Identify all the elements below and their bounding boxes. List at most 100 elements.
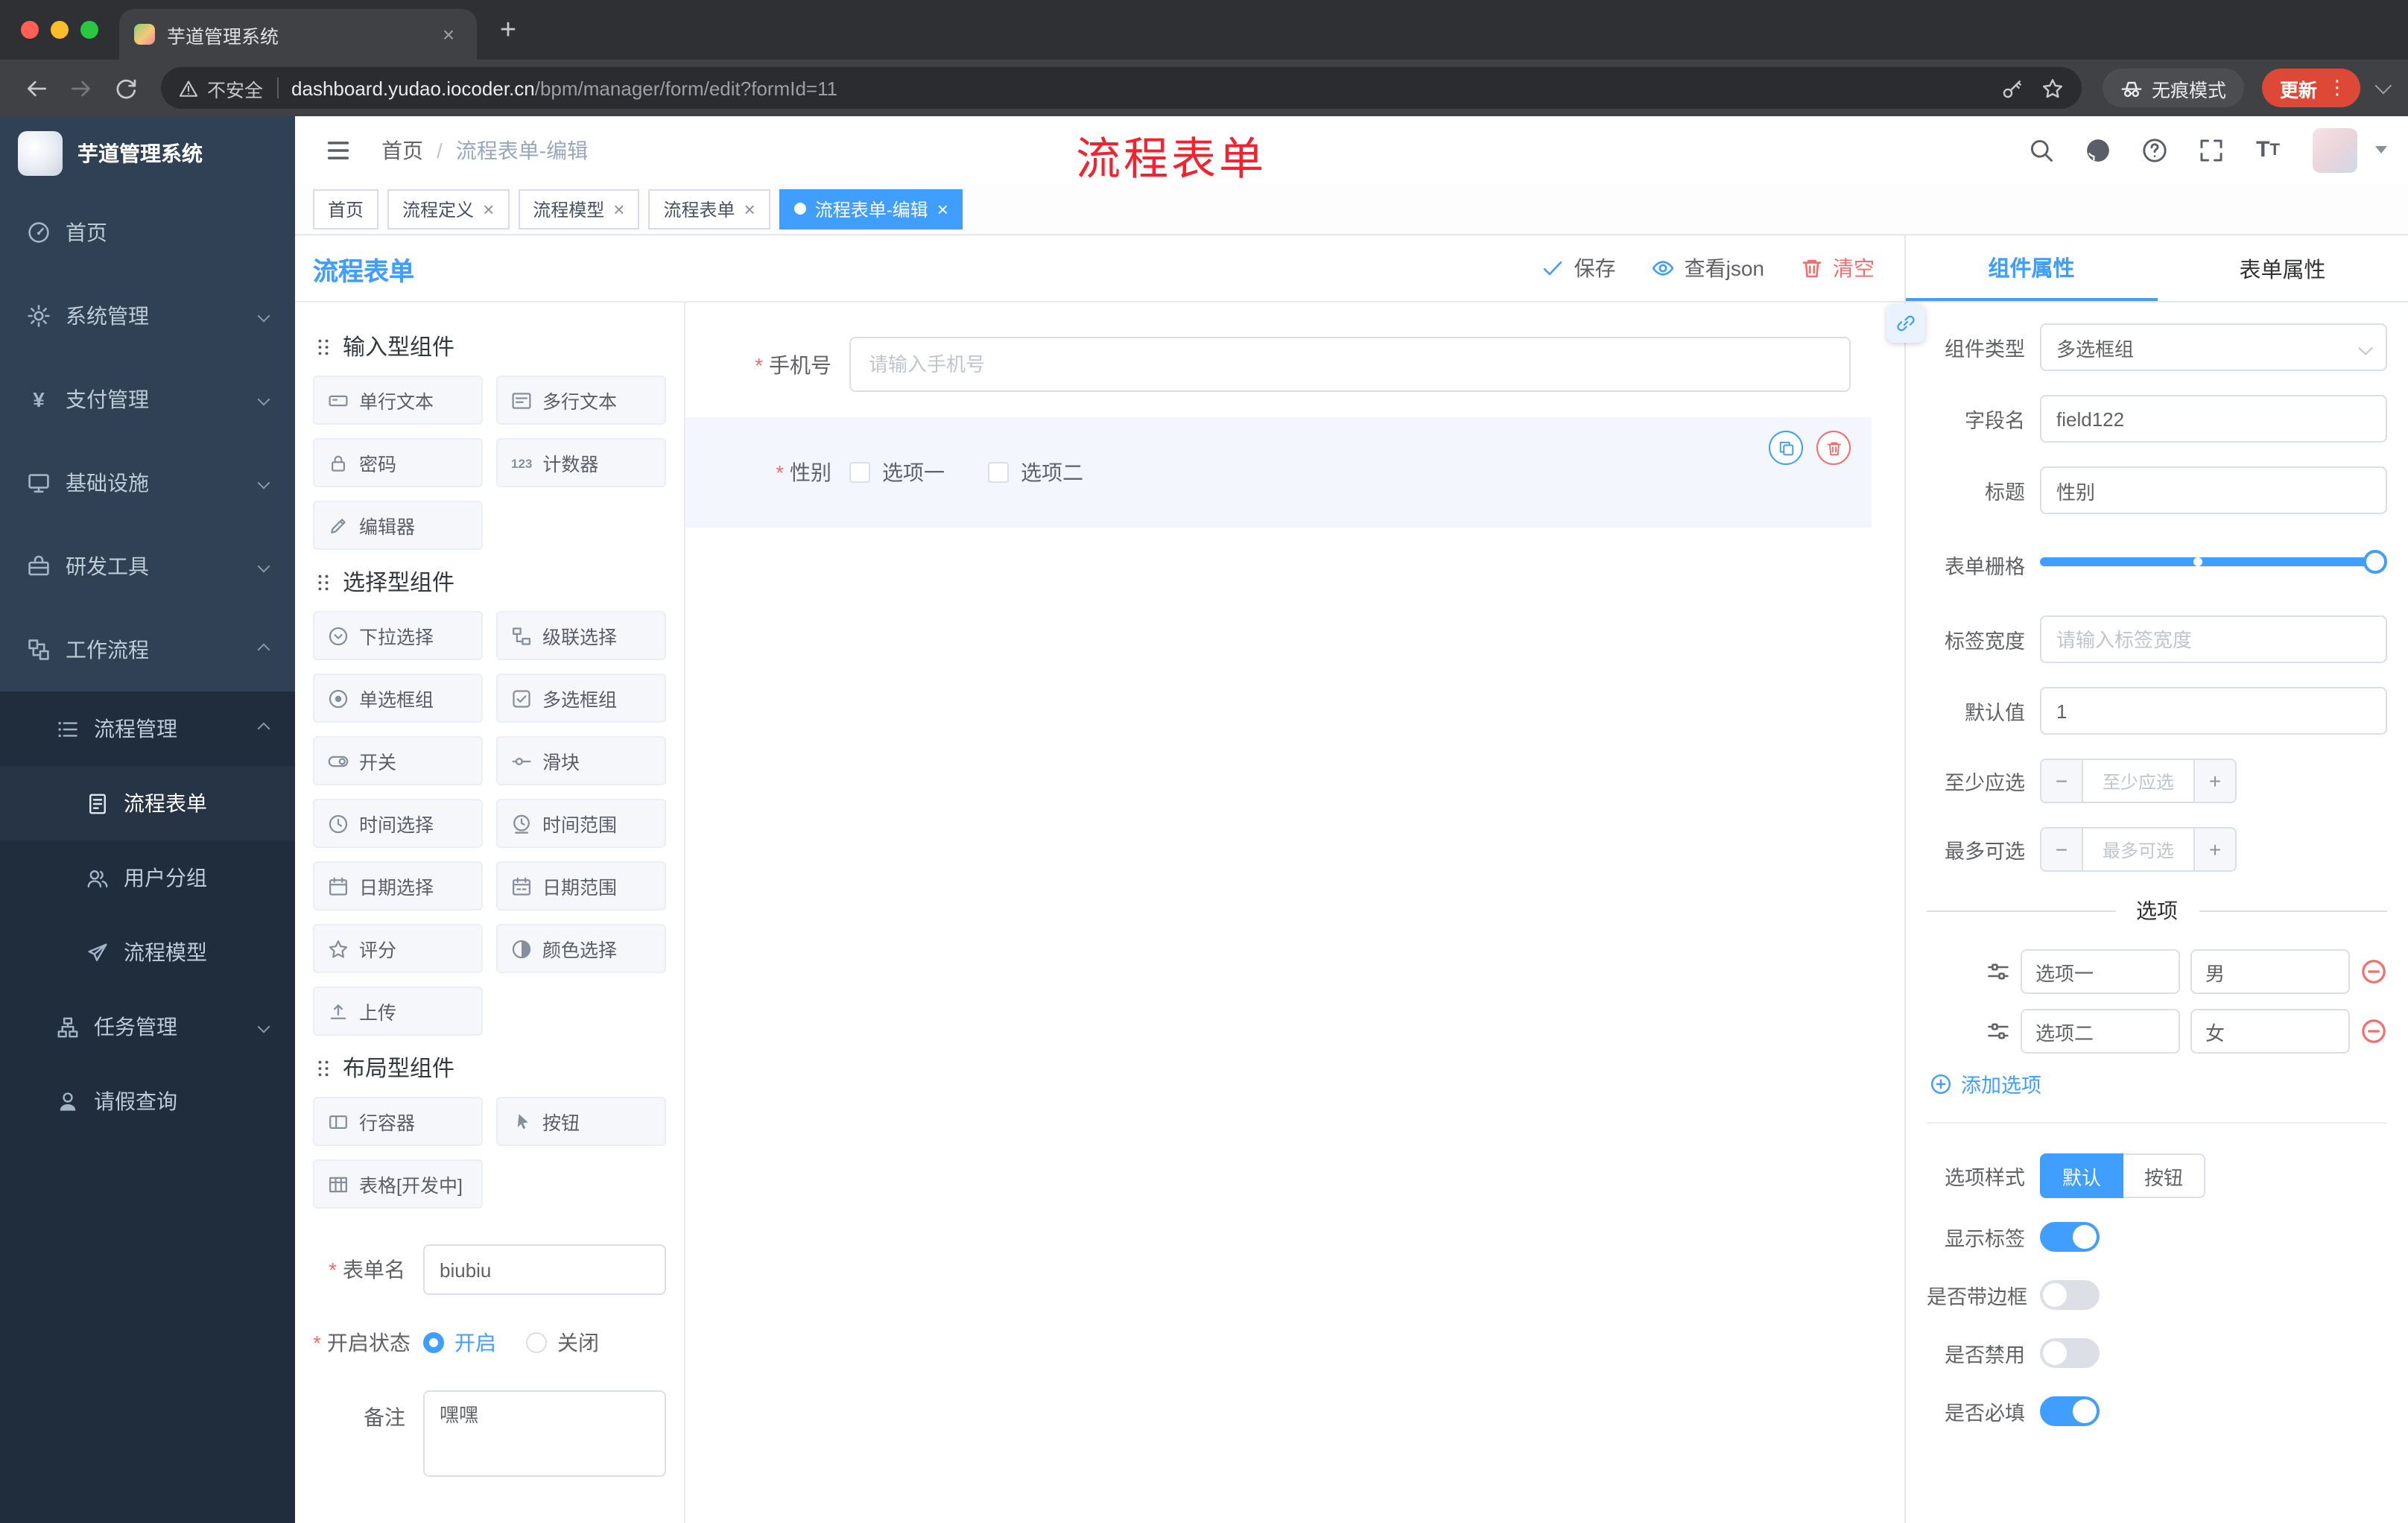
sidebar-toggle-button[interactable] [316, 127, 361, 172]
back-button[interactable] [15, 67, 57, 109]
sidebar-item-infrastructure[interactable]: 基础设施 [0, 441, 295, 525]
gender-checkbox-option1[interactable]: 选项一 [849, 457, 945, 487]
border-toggle[interactable] [2040, 1280, 2100, 1310]
sidebar-item-process-management[interactable]: 流程管理 [0, 691, 295, 766]
minimize-window-button[interactable] [51, 21, 69, 39]
palette-item-single-line-text[interactable]: 单行文本 [313, 376, 483, 425]
title-input[interactable] [2040, 466, 2387, 514]
palette-item-date-range[interactable]: 日期范围 [496, 861, 666, 911]
close-tab-icon[interactable]: × [435, 21, 462, 48]
gender-checkbox-option2[interactable]: 选项二 [988, 457, 1083, 487]
slider-handle[interactable] [2363, 550, 2387, 574]
slider-track[interactable] [2040, 550, 2387, 574]
drag-handle-icon[interactable] [1986, 960, 2010, 984]
canvas-field-gender-selected[interactable]: 性别 选项一 选项二 [685, 417, 1872, 528]
forward-button[interactable] [60, 67, 101, 109]
palette-item-color-picker[interactable]: 颜色选择 [496, 924, 666, 973]
palette-item-upload[interactable]: 上传 [313, 987, 483, 1036]
reload-button[interactable] [104, 67, 146, 109]
password-key-icon[interactable] [2001, 77, 2024, 99]
stepper-plus-button[interactable]: + [2193, 760, 2235, 802]
close-icon[interactable]: × [744, 199, 755, 218]
tag-home[interactable]: 首页 [313, 189, 379, 229]
sidebar-item-workflow[interactable]: 工作流程 [0, 608, 295, 691]
bookmark-star-icon[interactable] [2041, 77, 2064, 99]
option-value-input[interactable] [2190, 1009, 2350, 1054]
default-value-input[interactable] [2040, 687, 2387, 735]
clear-button[interactable]: 清空 [1800, 253, 1875, 283]
sidebar-item-process-form[interactable]: 流程表单 [0, 766, 295, 840]
style-default-button[interactable]: 默认 [2040, 1153, 2124, 1198]
form-remark-textarea[interactable]: 嘿嘿 [423, 1390, 666, 1477]
github-button[interactable] [2074, 127, 2122, 172]
add-option-button[interactable]: 添加选项 [1930, 1068, 2387, 1098]
tag-process-definition[interactable]: 流程定义 × [387, 189, 510, 229]
required-toggle[interactable] [2040, 1396, 2100, 1426]
address-bar[interactable]: 不安全 dashboard.yudao.iocoder.cn/bpm/manag… [161, 67, 2082, 109]
field-name-input[interactable] [2040, 395, 2387, 443]
delete-component-button[interactable] [1816, 431, 1851, 465]
style-button-button[interactable]: 按钮 [2123, 1153, 2206, 1198]
remove-option-button[interactable] [2360, 958, 2387, 985]
form-name-input[interactable] [423, 1244, 666, 1295]
tag-process-model[interactable]: 流程模型 × [518, 189, 640, 229]
stepper-value[interactable]: 最多可选 [2083, 829, 2193, 870]
palette-item-multi-line-text[interactable]: 多行文本 [496, 376, 666, 425]
option-label-input[interactable] [2021, 949, 2180, 994]
update-browser-button[interactable]: 更新 ⋮ [2261, 69, 2360, 107]
sidebar-item-payment[interactable]: ¥ 支付管理 [0, 358, 295, 441]
browser-tab[interactable]: 芋道管理系统 × [119, 9, 477, 60]
tag-process-form[interactable]: 流程表单 × [648, 189, 770, 229]
palette-item-date-picker[interactable]: 日期选择 [313, 861, 483, 911]
palette-item-time-range[interactable]: 时间范围 [496, 799, 666, 848]
tab-form-props[interactable]: 表单属性 [2157, 235, 2408, 301]
palette-item-slider[interactable]: 滑块 [496, 736, 666, 785]
component-type-select[interactable] [2040, 323, 2387, 371]
stepper-minus-button[interactable]: − [2041, 829, 2083, 870]
stepper-plus-button[interactable]: + [2193, 829, 2235, 870]
palette-item-editor[interactable]: 编辑器 [313, 501, 483, 550]
sidebar-item-task-management[interactable]: 任务管理 [0, 990, 295, 1064]
link-anchor-button[interactable] [1886, 304, 1925, 343]
status-radio-off[interactable]: 关闭 [526, 1328, 599, 1358]
stepper-minus-button[interactable]: − [2041, 760, 2083, 802]
avatar[interactable] [2313, 127, 2357, 172]
palette-item-counter[interactable]: 123 计数器 [496, 438, 666, 487]
new-tab-button[interactable]: + [486, 9, 530, 54]
avatar-caret-icon[interactable] [2375, 146, 2387, 153]
view-json-button[interactable]: 查看json [1652, 253, 1764, 283]
option-value-input[interactable] [2190, 949, 2350, 994]
sidebar-item-dev-tools[interactable]: 研发工具 [0, 525, 295, 608]
remove-option-button[interactable] [2360, 1018, 2387, 1045]
help-button[interactable] [2131, 127, 2179, 172]
palette-item-checkbox-group[interactable]: 多选框组 [496, 674, 666, 723]
close-icon[interactable]: × [483, 199, 494, 218]
close-icon[interactable]: × [613, 199, 624, 218]
sidebar-item-process-model[interactable]: 流程模型 [0, 915, 295, 990]
tag-process-form-edit-active[interactable]: 流程表单-编辑 × [779, 189, 963, 229]
palette-item-rate[interactable]: 评分 [313, 924, 483, 973]
sidebar-item-system[interactable]: 系统管理 [0, 274, 295, 358]
checkbox-icon[interactable] [988, 462, 1009, 483]
disabled-toggle[interactable] [2040, 1338, 2100, 1368]
drag-handle-icon[interactable] [1986, 1019, 2010, 1043]
palette-item-button[interactable]: 按钮 [496, 1097, 666, 1146]
sidebar-item-home[interactable]: 首页 [0, 191, 295, 274]
palette-item-cascade[interactable]: 级联选择 [496, 611, 666, 660]
palette-item-table[interactable]: 表格[开发中] [313, 1159, 483, 1209]
palette-item-time-picker[interactable]: 时间选择 [313, 799, 483, 848]
security-status[interactable]: 不安全 [179, 74, 263, 102]
option-label-input[interactable] [2021, 1009, 2180, 1054]
fullscreen-button[interactable] [2187, 127, 2235, 172]
palette-item-row-container[interactable]: 行容器 [313, 1097, 483, 1146]
search-button[interactable] [2018, 127, 2065, 172]
close-icon[interactable]: × [937, 199, 948, 218]
palette-item-password[interactable]: 密码 [313, 438, 483, 487]
canvas-field-phone[interactable]: 手机号 [685, 320, 1904, 408]
tab-component-props[interactable]: 组件属性 [1906, 235, 2157, 301]
show-label-toggle[interactable] [2040, 1222, 2100, 1252]
palette-item-radio-group[interactable]: 单选框组 [313, 674, 483, 723]
sidebar-item-user-group[interactable]: 用户分组 [0, 840, 295, 915]
copy-component-button[interactable] [1769, 431, 1803, 465]
label-width-input[interactable] [2040, 615, 2387, 663]
